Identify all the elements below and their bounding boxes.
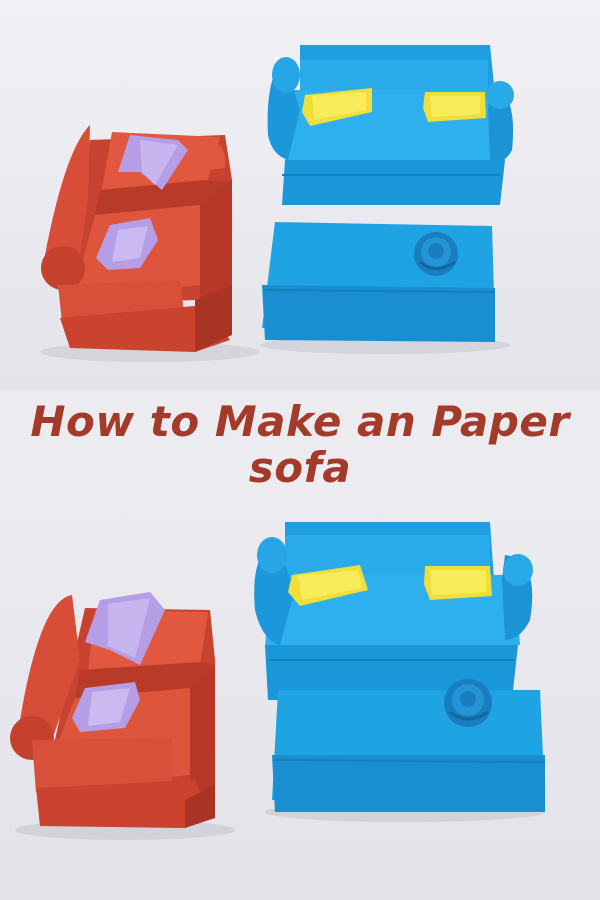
blue-paper-rose	[444, 679, 492, 727]
yellow-pillow	[423, 92, 486, 122]
title-line-2: sofa	[248, 443, 352, 492]
blue-paper-rose	[414, 232, 458, 276]
top-photo	[0, 0, 600, 390]
title-line-1: How to Make an Paper	[30, 397, 570, 446]
blue-paper-ottoman	[272, 690, 546, 812]
title-banner: How to Make an Paper sofa	[0, 390, 600, 500]
blue-paper-sofa	[267, 45, 514, 205]
blue-paper-ottoman	[262, 222, 496, 342]
bottom-photo	[0, 500, 600, 900]
blue-paper-sofa	[254, 522, 533, 700]
yellow-pillow	[424, 566, 492, 600]
pin-image: How to Make an Paper sofa	[0, 0, 600, 900]
